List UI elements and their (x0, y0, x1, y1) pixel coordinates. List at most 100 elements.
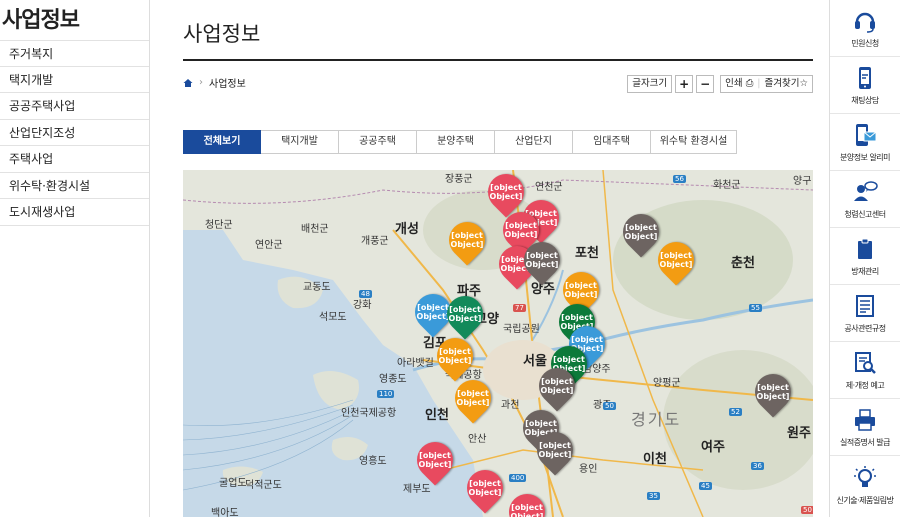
road-shield: 48 (359, 290, 372, 298)
map-label: 양평군 (653, 378, 681, 389)
star-icon: ☆ (799, 78, 808, 89)
person-speech-icon (851, 178, 879, 206)
map-label: 양구 (793, 176, 812, 187)
quick-item-label: 민원신청 (851, 39, 879, 48)
quick-item-construction-rules[interactable]: 공사관련규정 (830, 285, 900, 342)
breadcrumb: › 사업정보 (183, 75, 246, 90)
map-label: 교동도 (303, 282, 331, 293)
map-label: 백아도 (211, 508, 239, 517)
map-pin-environment[interactable]: [object Object] (529, 424, 581, 476)
map-pin-sale[interactable]: [object Object] (447, 372, 499, 424)
quick-item-revision-notice[interactable]: 제·개정 예고 (830, 342, 900, 399)
map-pin-industrial[interactable]: [object Object] (459, 462, 511, 514)
map-label: 연안군 (255, 240, 283, 251)
map-pin-sale[interactable]: [object Object] (441, 214, 493, 266)
road-shield: 36 (751, 462, 764, 470)
map-label: 용인 (579, 464, 598, 475)
road-shield: 50 (801, 506, 813, 514)
quick-item-label: 청렴신고센터 (844, 210, 886, 219)
main-content: 사업정보 › 사업정보 글자크기 + − 인쇄 ⎙ | 즐겨찾기☆ 전체보기 택… (183, 0, 813, 517)
sidebar-item-public-housing[interactable]: 공공주택사업 (0, 93, 149, 120)
map-label: 배천군 (301, 224, 329, 235)
home-icon[interactable] (183, 78, 193, 88)
map-label: 청단군 (205, 220, 233, 231)
chevron-right-icon: › (199, 77, 203, 88)
tab-all[interactable]: 전체보기 (183, 130, 261, 154)
quick-item-integrity[interactable]: 청렴신고센터 (830, 171, 900, 228)
category-tabs: 전체보기 택지개발 공공주택 분양주택 산업단지 임대주택 위수탁 환경시설 (183, 130, 737, 154)
map-pin-land[interactable]: [object Object] (439, 288, 491, 340)
map-label: 화천군 (713, 180, 741, 191)
sidebar-item-housing-welfare[interactable]: 주거복지 (0, 40, 149, 67)
tab-rental-housing[interactable]: 임대주택 (573, 130, 651, 154)
map-label: 영흥도 (359, 456, 387, 467)
road-shield: 400 (509, 474, 527, 482)
sidebar-item-consignment-environment[interactable]: 위수탁·환경시설 (0, 173, 149, 199)
tab-consignment-environment[interactable]: 위수탁 환경시설 (651, 130, 737, 154)
map-pin-environment[interactable]: [object Object] (516, 234, 568, 286)
breadcrumb-current: 사업정보 (209, 79, 246, 90)
map-label-city: 춘천 (731, 256, 755, 271)
map-label: 과천 (501, 400, 520, 411)
road-shield: 50 (603, 402, 616, 410)
road-shield: 35 (647, 492, 660, 500)
tab-public-housing[interactable]: 공공주택 (339, 130, 417, 154)
sidebar-item-housing-business[interactable]: 주택사업 (0, 146, 149, 173)
title-divider (183, 59, 813, 61)
map-label-city: 인천 (425, 408, 449, 423)
page-tools: 글자크기 + − 인쇄 ⎙ | 즐겨찾기☆ (627, 75, 813, 93)
map-pin-sale[interactable]: [object Object] (429, 330, 481, 382)
map-label: 석모도 (319, 312, 347, 323)
map-label: 영종도 (379, 374, 407, 385)
quick-item-civil-complaint[interactable]: 민원신청 (830, 0, 900, 57)
map-label: 장풍군 (445, 174, 473, 185)
print-favorite-group: 인쇄 ⎙ | 즐겨찾기☆ (720, 75, 813, 93)
map-pin-environment[interactable]: [object Object] (531, 360, 583, 412)
sidebar-item-industrial-complex[interactable]: 산업단지조성 (0, 120, 149, 146)
quick-item-sale-alert[interactable]: 분양정보 알리미 (830, 114, 900, 171)
quick-item-label: 채팅상담 (851, 96, 879, 105)
quick-item-disaster[interactable]: 방재관리 (830, 228, 900, 285)
map-label: 제부도 (403, 484, 431, 495)
font-decrease-button[interactable]: − (696, 75, 715, 93)
map-label-city: 포천 (575, 246, 599, 261)
map-label-city: 원주 (787, 426, 811, 441)
map-base (183, 170, 813, 517)
page-title: 사업정보 (183, 22, 261, 46)
road-shield: 110 (377, 390, 395, 398)
map-pin-sale[interactable]: [object Object] (650, 234, 702, 286)
quick-item-chat[interactable]: 채팅상담 (830, 57, 900, 114)
map-label: 안산 (468, 434, 487, 445)
map-label-city: 서울 (523, 354, 547, 369)
map-label: 연천군 (535, 182, 563, 193)
map-label: 강화 (353, 300, 372, 311)
map-pin-environment[interactable]: [object Object] (747, 366, 799, 418)
lightbulb-icon (851, 464, 879, 492)
tab-industrial-complex[interactable]: 산업단지 (495, 130, 573, 154)
printer-icon (851, 406, 879, 434)
road-shield: 45 (699, 482, 712, 490)
quick-item-label: 공사관련규정 (844, 324, 886, 333)
print-button[interactable]: 인쇄 ⎙ (725, 76, 753, 92)
sidebar-title: 사업정보 (2, 8, 80, 33)
map-label-province: 경기도 (631, 410, 682, 429)
sidebar-item-land-development[interactable]: 택지개발 (0, 67, 149, 93)
project-map[interactable]: 장풍군 연천군 화천군 양구 개성 배천군 청단군 연안군 개풍군 파주 포천 … (183, 170, 813, 517)
quick-item-certificate[interactable]: 실적증명서 발급 (830, 399, 900, 456)
mobile-mail-icon (851, 121, 879, 149)
mobile-chat-icon (851, 64, 879, 92)
quick-item-new-tech[interactable]: 신기술·제품일림방 (830, 456, 900, 513)
quick-item-label: 방재관리 (851, 267, 879, 276)
quick-item-label: 신기술·제품일림방 (836, 495, 894, 505)
tab-sale-housing[interactable]: 분양주택 (417, 130, 495, 154)
favorite-button[interactable]: 즐겨찾기☆ (765, 76, 809, 92)
tab-land-development[interactable]: 택지개발 (261, 130, 339, 154)
map-label: 아라뱃길 (397, 358, 434, 369)
font-increase-button[interactable]: + (675, 75, 694, 93)
map-pin-industrial[interactable]: [object Object] (409, 434, 461, 486)
road-shield: 52 (729, 408, 742, 416)
map-label-city: 개성 (395, 222, 419, 237)
document-icon (851, 292, 879, 320)
road-shield: 55 (749, 304, 762, 312)
sidebar-item-urban-regeneration[interactable]: 도시재생사업 (0, 199, 149, 226)
